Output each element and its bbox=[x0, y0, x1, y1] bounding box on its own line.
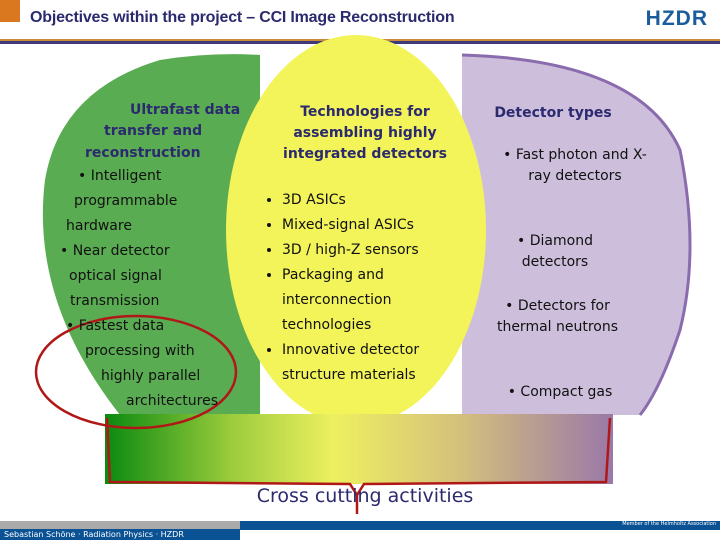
list-item: • Diamond detectors bbox=[517, 233, 593, 270]
list-item: Mixed-signal ASICs bbox=[282, 213, 467, 238]
footer-bar bbox=[0, 521, 240, 529]
green-text: Ultrafast data transfer and reconstructi… bbox=[40, 100, 255, 414]
yellow-heading: Technologies for assembling highly integ… bbox=[270, 102, 460, 165]
cross-cutting-bar bbox=[105, 414, 613, 484]
green-line: hardware bbox=[66, 218, 132, 234]
yellow-list: 3D ASICs Mixed-signal ASICs 3D / high-Z … bbox=[262, 188, 467, 388]
list-item: Innovative detector structure materials bbox=[282, 338, 432, 388]
green-line: • Near detector bbox=[60, 243, 170, 259]
heading-line: assembling highly bbox=[293, 125, 437, 141]
green-line: transmission bbox=[70, 293, 160, 309]
heading-line: Technologies for bbox=[300, 104, 430, 120]
heading-line: integrated detectors bbox=[283, 146, 447, 162]
green-line: processing with bbox=[85, 343, 195, 359]
green-line: optical signal bbox=[69, 268, 162, 284]
green-line: highly parallel bbox=[101, 368, 201, 384]
list-item: • Detectors for thermal neutrons bbox=[496, 298, 619, 335]
list-item: • Compact gas detectors bbox=[507, 384, 613, 400]
green-line: Ultrafast data bbox=[130, 102, 241, 118]
purple-heading: Detector types bbox=[494, 105, 612, 121]
green-line: architectures bbox=[126, 393, 219, 409]
cross-cutting-label: Cross cutting activities bbox=[256, 485, 474, 507]
footer-author: Sebastian Schöne · Radiation Physics · H… bbox=[0, 529, 240, 540]
green-line: transfer and bbox=[104, 123, 203, 139]
list-item: • Fast photon and X-ray detectors bbox=[503, 147, 647, 184]
list-item: 3D ASICs bbox=[282, 188, 467, 213]
green-line: • Intelligent bbox=[78, 168, 162, 184]
green-line: • Fastest data bbox=[66, 318, 165, 334]
list-item: Packaging and interconnection technologi… bbox=[282, 263, 422, 338]
green-line: programmable bbox=[74, 193, 178, 209]
green-line: reconstruction bbox=[85, 145, 201, 161]
purple-text: • Fast photon and X-ray detectors • Diam… bbox=[495, 145, 655, 404]
footer-association: Member of the Helmholtz Association bbox=[622, 521, 716, 527]
list-item: 3D / high-Z sensors bbox=[282, 238, 467, 263]
